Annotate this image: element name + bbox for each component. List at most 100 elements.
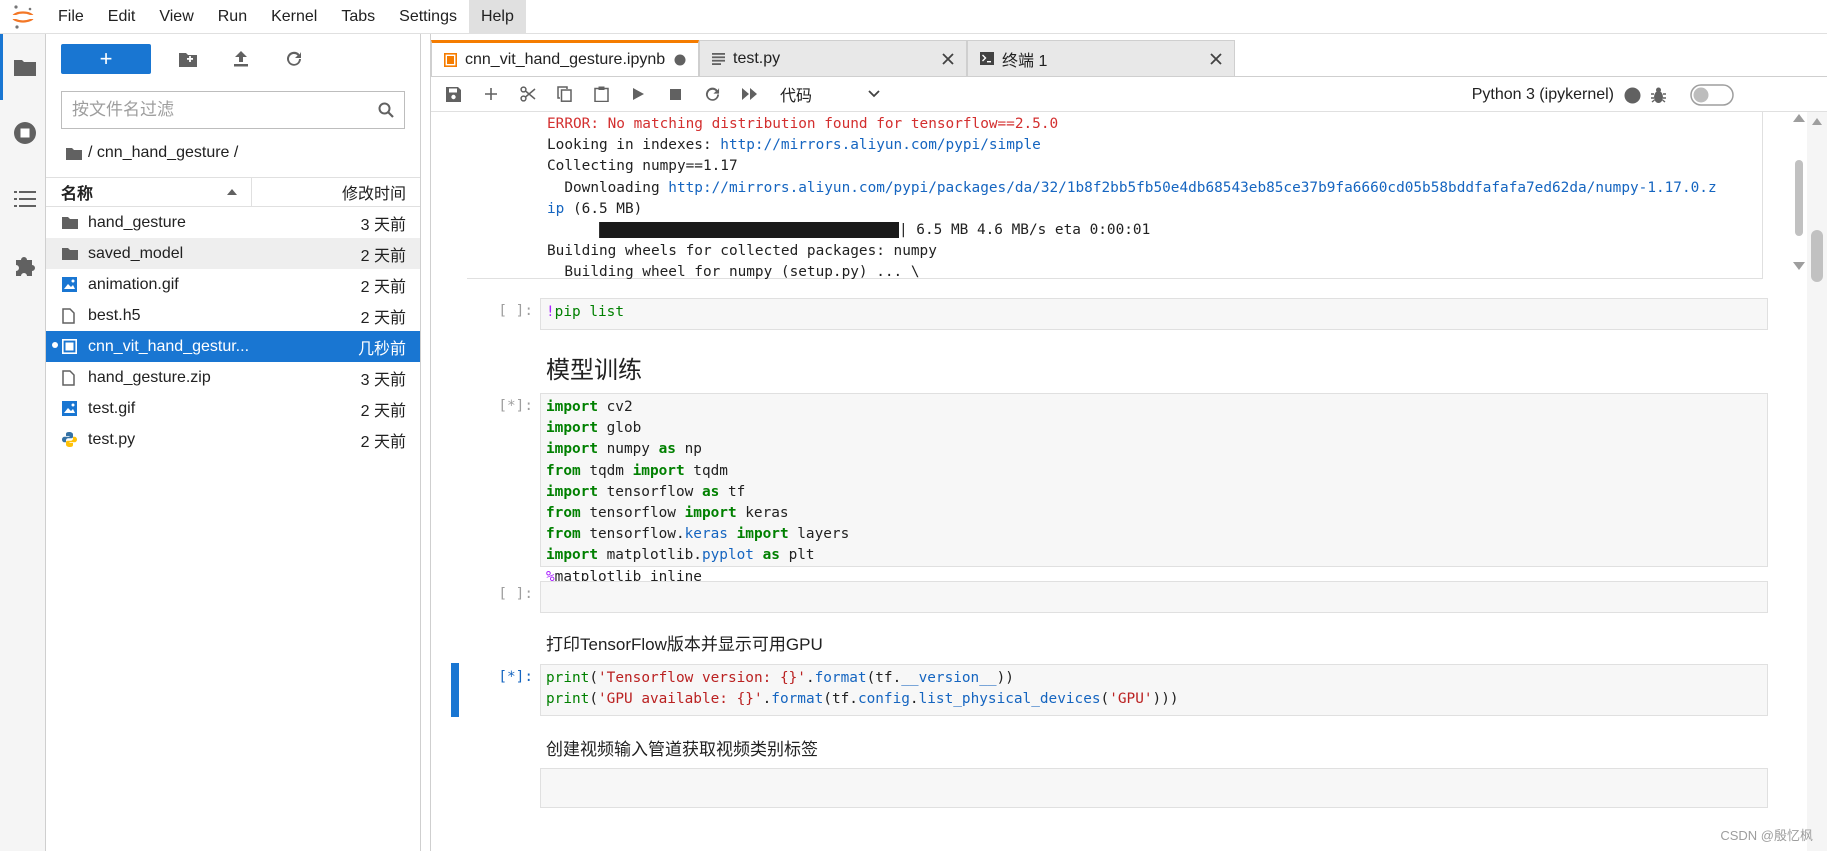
- scrollbar-thumb[interactable]: [1811, 230, 1823, 282]
- document-tab-bar: cnn_vit_hand_gesture.ipynb test.py 终端 1: [431, 40, 1235, 76]
- active-cell-indicator: [451, 663, 459, 717]
- file-browser-toolbar: +: [46, 34, 420, 84]
- file-row-saved-model[interactable]: saved_model 2 天前: [46, 238, 420, 269]
- column-name-label: 名称: [61, 186, 94, 203]
- menu-view[interactable]: View: [147, 0, 205, 34]
- save-icon[interactable]: [435, 79, 472, 109]
- debugger-toggle[interactable]: [1690, 84, 1734, 106]
- file-name: cnn_vit_hand_gestur...: [88, 337, 250, 355]
- notebook-icon: [444, 52, 457, 67]
- code-cell-print-version[interactable]: print('Tensorflow version: {}'.format(tf…: [540, 664, 1768, 716]
- download-progress-bar: [598, 222, 899, 239]
- cell-prompt: [ ]:: [498, 303, 533, 319]
- left-sidebar-rail: [0, 34, 46, 851]
- code-cell-pip-list[interactable]: !pip list: [540, 298, 1768, 330]
- text-file-icon: [712, 52, 725, 65]
- output-scrollbar[interactable]: [1795, 160, 1803, 236]
- tab-test-py[interactable]: test.py: [699, 40, 967, 76]
- error-line: ERROR: No matching distribution found fo…: [547, 116, 1059, 132]
- file-modified: 2 天前: [360, 433, 406, 451]
- file-modified: 2 天前: [360, 247, 406, 265]
- file-browser-panel: + / cnn_hand_gesture / 名称 修改时间 hand_g: [46, 34, 421, 851]
- cell-type-select[interactable]: 代码: [780, 80, 880, 108]
- progress-stats: | 6.5 MB 4.6 MB/s eta 0:00:01: [898, 222, 1151, 239]
- markdown-heading: 模型训练: [546, 357, 642, 384]
- python-icon: [46, 432, 82, 447]
- menu-kernel[interactable]: Kernel: [259, 0, 329, 34]
- code-imports: import cv2 import glob import numpy as n…: [546, 399, 850, 585]
- close-icon[interactable]: [942, 52, 954, 65]
- file-modified: 3 天前: [360, 216, 406, 234]
- file-row-hand-gesture[interactable]: hand_gesture 3 天前: [46, 207, 420, 238]
- new-folder-icon[interactable]: [161, 44, 214, 74]
- tab-terminal[interactable]: 终端 1: [967, 40, 1235, 76]
- file-filter-input[interactable]: [72, 100, 362, 120]
- file-name: animation.gif: [88, 275, 179, 293]
- refresh-icon[interactable]: [267, 44, 320, 74]
- file-row-animation-gif[interactable]: animation.gif 2 天前: [46, 269, 420, 300]
- output-link[interactable]: ip: [547, 201, 564, 217]
- menu-help[interactable]: Help: [468, 0, 526, 34]
- scroll-down-arrow-icon[interactable]: [1793, 262, 1805, 270]
- chevron-down-icon: [868, 90, 880, 98]
- markdown-text: 打印TensorFlow版本并显示可用GPU: [546, 635, 823, 654]
- copy-icon[interactable]: [546, 79, 583, 109]
- code-cell-imports[interactable]: import cv2 import glob import numpy as n…: [540, 393, 1768, 585]
- kernel-name[interactable]: Python 3 (ipykernel): [1472, 86, 1614, 104]
- menu-edit[interactable]: Edit: [96, 0, 148, 34]
- restart-icon[interactable]: [694, 79, 731, 109]
- column-modified-header[interactable]: 修改时间: [252, 178, 420, 206]
- file-row-hand-gesture-zip[interactable]: hand_gesture.zip 3 天前: [46, 362, 420, 393]
- menu-settings[interactable]: Settings: [387, 0, 469, 34]
- file-name: test.py: [88, 430, 136, 448]
- notebook-toolbar: 代码 Python 3 (ipykernel): [431, 76, 1827, 112]
- upload-icon[interactable]: [214, 44, 267, 74]
- breadcrumb-path[interactable]: / cnn_hand_gesture /: [88, 144, 238, 162]
- image-icon: [46, 277, 82, 292]
- file-modified: 3 天前: [360, 371, 406, 389]
- code-cell-partial[interactable]: [540, 768, 1768, 808]
- folder-icon: [46, 247, 82, 260]
- scroll-up-arrow-icon[interactable]: [1793, 114, 1805, 122]
- folder-icon[interactable]: [0, 34, 46, 100]
- output-link[interactable]: http://mirrors.aliyun.com/pypi/packages/…: [668, 180, 1716, 196]
- file-row-cnn-vit-notebook[interactable]: cnn_vit_hand_gestur... 几秒前: [46, 331, 420, 362]
- notebook-scrollbar[interactable]: [1807, 112, 1827, 851]
- toc-icon[interactable]: [0, 166, 46, 232]
- folder-icon: [46, 216, 82, 229]
- tab-label: 终端 1: [1002, 52, 1048, 70]
- running-icon[interactable]: [0, 100, 46, 166]
- code-token: !: [546, 304, 555, 320]
- file-row-test-py[interactable]: test.py 2 天前: [46, 424, 420, 455]
- debugger-bug-icon[interactable]: [1651, 87, 1666, 104]
- menu-tabs[interactable]: Tabs: [329, 0, 387, 34]
- new-launcher-button[interactable]: +: [61, 44, 151, 74]
- file-name: saved_model: [88, 244, 184, 262]
- code-cell-empty[interactable]: [540, 581, 1768, 613]
- extension-icon[interactable]: [0, 232, 46, 298]
- code-token: pip list: [554, 304, 624, 320]
- tab-label: cnn_vit_hand_gesture.ipynb: [465, 50, 666, 68]
- add-cell-icon[interactable]: [472, 79, 509, 109]
- close-icon[interactable]: [1210, 52, 1222, 65]
- cell-output-pip-install: ERROR: No matching distribution found fo…: [467, 112, 1805, 280]
- file-list: hand_gesture 3 天前 saved_model 2 天前 anima…: [46, 207, 420, 455]
- file-modified: 几秒前: [357, 340, 406, 358]
- menu-file[interactable]: File: [46, 0, 96, 34]
- file-modified: 2 天前: [360, 309, 406, 327]
- file-row-best-h5[interactable]: best.h5 2 天前: [46, 300, 420, 331]
- output-link[interactable]: http://mirrors.aliyun.com/pypi/simple: [720, 137, 1041, 153]
- menu-run[interactable]: Run: [206, 0, 259, 34]
- file-row-test-gif[interactable]: test.gif 2 天前: [46, 393, 420, 424]
- folder-icon[interactable]: [66, 147, 82, 160]
- scroll-up-arrow-icon[interactable]: [1812, 118, 1822, 125]
- jupyter-logo-icon: [0, 0, 46, 34]
- paste-icon[interactable]: [583, 79, 620, 109]
- unsaved-dot-icon[interactable]: [674, 54, 686, 66]
- stop-icon[interactable]: [657, 79, 694, 109]
- fast-forward-icon[interactable]: [731, 79, 768, 109]
- column-name-header[interactable]: 名称: [46, 178, 252, 206]
- run-icon[interactable]: [620, 79, 657, 109]
- cut-icon[interactable]: [509, 79, 546, 109]
- tab-notebook[interactable]: cnn_vit_hand_gesture.ipynb: [431, 40, 699, 76]
